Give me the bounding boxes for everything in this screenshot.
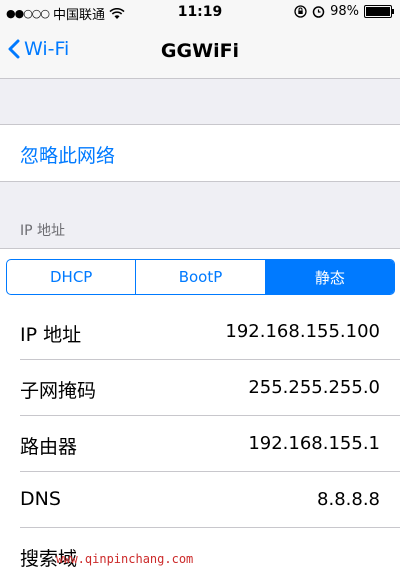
status-bar: ●●○○○ 中国联通 11:19 98% <box>0 0 400 26</box>
forget-network-label: 忽略此网络 <box>20 145 116 167</box>
alarm-icon <box>312 6 325 18</box>
router-label: 路由器 <box>20 436 78 458</box>
status-icons: 98% <box>294 4 394 19</box>
ip-address-label: IP 地址 <box>20 324 82 346</box>
battery-icon <box>364 5 394 18</box>
row-router[interactable]: 路由器 192.168.155.1 <box>20 415 400 471</box>
navigation-bar: Wi-Fi GGWiFi <box>0 26 400 79</box>
ip-mode-segmented-control: DHCP BootP 静态 <box>6 259 395 295</box>
dns-label: DNS <box>20 488 61 510</box>
router-value: 192.168.155.1 <box>248 433 380 454</box>
rotation-lock-icon <box>294 5 307 18</box>
watermark: www.qinpinchang.com <box>56 552 194 566</box>
forget-network-button[interactable]: 忽略此网络 <box>0 124 400 182</box>
segment-bootp[interactable]: BootP <box>135 260 264 294</box>
battery-percent: 98% <box>330 4 359 19</box>
row-subnet-mask[interactable]: 子网掩码 255.255.255.0 <box>20 359 400 415</box>
page-title: GGWiFi <box>160 40 240 62</box>
ip-mode-container: DHCP BootP 静态 <box>0 248 400 305</box>
ip-address-value: 192.168.155.100 <box>225 321 380 342</box>
row-ip-address[interactable]: IP 地址 192.168.155.100 <box>20 304 400 359</box>
dns-value: 8.8.8.8 <box>317 489 380 510</box>
ip-section-header: IP 地址 <box>20 223 66 239</box>
row-dns[interactable]: DNS 8.8.8.8 <box>20 471 400 527</box>
subnet-mask-label: 子网掩码 <box>20 380 97 402</box>
subnet-mask-value: 255.255.255.0 <box>248 377 380 398</box>
battery-level-fill <box>366 7 390 16</box>
segment-dhcp[interactable]: DHCP <box>7 260 135 294</box>
ip-settings-list: IP 地址 192.168.155.100 子网掩码 255.255.255.0… <box>0 304 400 583</box>
segment-static[interactable]: 静态 <box>264 260 394 294</box>
